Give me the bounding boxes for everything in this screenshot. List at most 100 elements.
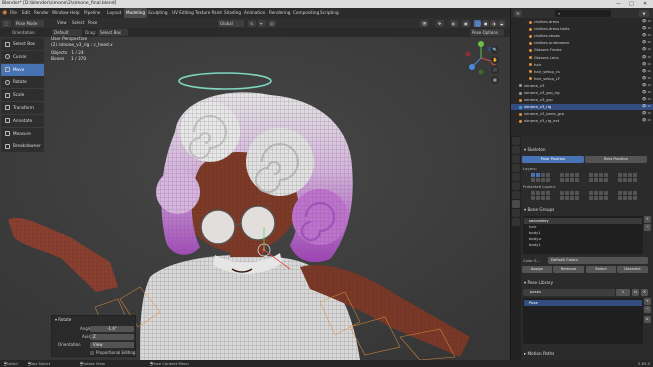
add-pose-button[interactable]: + [644, 298, 651, 305]
filter-icon[interactable]: ▼ [639, 9, 649, 17]
pose-position-button[interactable]: Pose Position [522, 156, 584, 163]
layer-toggle[interactable] [599, 173, 603, 177]
outliner-row[interactable]: clothes.underwear 👁 ▭ [511, 40, 653, 46]
layer-toggle[interactable] [541, 173, 545, 177]
layer-toggle[interactable] [575, 196, 579, 200]
add-group-button[interactable]: + [644, 216, 651, 223]
select-button[interactable]: Select [586, 266, 616, 273]
visibility-icon[interactable]: 👁 ▭ [642, 90, 651, 96]
visibility-icon[interactable]: 👁 ▭ [642, 97, 651, 103]
layer-toggle[interactable] [589, 178, 593, 182]
outliner-row[interactable]: clothes.dress 👁 ▭ [511, 19, 653, 25]
xray-toggle-icon[interactable]: ▣ [462, 19, 470, 27]
skeleton-panel-header[interactable]: ▾ Skeleton [524, 146, 652, 153]
deselect-button[interactable]: Deselect [617, 266, 648, 273]
layer-toggle[interactable] [623, 196, 627, 200]
tool-cursor[interactable]: Cursor [1, 50, 44, 63]
3d-viewport[interactable] [0, 37, 510, 360]
layer-toggle[interactable] [594, 196, 598, 200]
orientation-dropdown[interactable]: View [90, 342, 134, 348]
layer-toggle[interactable] [604, 173, 608, 177]
layer-toggle[interactable] [546, 191, 550, 195]
maximize-button[interactable]: □ [629, 0, 634, 8]
outliner-row[interactable]: simone_v3_grp 👁 ▭ [511, 97, 653, 103]
remove-pose-button[interactable]: − [644, 306, 651, 313]
list-item[interactable]: body.x [524, 236, 642, 242]
shading-solid-icon[interactable]: ● [482, 19, 489, 27]
layer-toggle[interactable] [570, 178, 574, 182]
visibility-icon[interactable]: 👁 ▭ [642, 83, 651, 89]
new-library-icon[interactable]: ▭ [632, 289, 639, 296]
outliner-row[interactable]: clothes.dress.belts 👁 ▭ [511, 26, 653, 32]
list-item[interactable]: body1 [524, 230, 642, 236]
tab-constraints-icon[interactable] [512, 191, 520, 199]
properties-editor[interactable]: ▾ Skeleton Pose Position Rest Position L… [510, 136, 653, 360]
layer-toggle[interactable] [618, 196, 622, 200]
layer-toggle[interactable] [575, 178, 579, 182]
layer-toggle[interactable] [628, 196, 632, 200]
visibility-icon[interactable]: 👁 ▭ [642, 118, 651, 124]
layer-toggle[interactable] [560, 191, 564, 195]
mode-selector[interactable]: Pose Mode [14, 19, 44, 27]
layer-toggle[interactable] [618, 173, 622, 177]
layer-toggle[interactable] [536, 173, 540, 177]
shading-wireframe-icon[interactable]: ◯ [474, 19, 481, 27]
overlay-toggle-icon[interactable]: ◐ [450, 19, 458, 27]
visibility-icon[interactable]: 👁 ▭ [642, 40, 651, 46]
tab-bone-icon[interactable] [512, 209, 520, 217]
layer-toggle[interactable] [633, 178, 637, 182]
layer-toggle[interactable] [623, 178, 627, 182]
editor-type-icon[interactable]: ⬚ [2, 19, 11, 27]
list-item[interactable]: hair [524, 224, 642, 230]
shading-material-icon[interactable]: ◑ [490, 19, 497, 27]
apply-pose-icon[interactable]: ▸ [644, 316, 651, 323]
pivot-icon[interactable]: ⊙ [248, 19, 256, 27]
tab-shading[interactable]: Shading [222, 8, 243, 18]
layer-toggle[interactable] [589, 191, 593, 195]
menu-window[interactable]: Window [52, 8, 69, 18]
visibility-icon[interactable]: 👁 ▭ [642, 26, 651, 32]
layer-toggle[interactable] [628, 191, 632, 195]
tab-sculpting[interactable]: Sculpting [146, 8, 170, 18]
remove-group-button[interactable]: − [644, 224, 651, 231]
layer-toggle[interactable] [618, 191, 622, 195]
pose-library-selector[interactable]: poses [523, 289, 615, 296]
layer-toggle[interactable] [570, 196, 574, 200]
minimize-button[interactable]: — [616, 0, 621, 8]
layer-toggle[interactable] [599, 196, 603, 200]
pose-list[interactable]: Pose [523, 298, 643, 344]
layer-toggle[interactable] [589, 173, 593, 177]
layer-toggle[interactable] [541, 191, 545, 195]
layer-toggle[interactable] [536, 196, 540, 200]
layer-toggle[interactable] [633, 191, 637, 195]
tab-texture-paint[interactable]: Texture Paint [193, 8, 224, 18]
outliner-row[interactable]: simone_v3_rig 👁 ▭ [511, 104, 653, 111]
layer-toggle[interactable] [604, 191, 608, 195]
tab-object-icon[interactable] [512, 182, 520, 190]
layer-toggle[interactable] [531, 191, 535, 195]
proportional-icon[interactable]: ◎ [268, 19, 276, 27]
layer-toggle[interactable] [536, 178, 540, 182]
outliner-row[interactable]: simone_v3_grp_rig 👁 ▭ [511, 90, 653, 96]
tool-breakdowner[interactable]: Breakdowner [1, 140, 44, 153]
ortho-toggle-icon[interactable]: ▦ [491, 76, 499, 84]
menu-pose[interactable]: Pose [88, 18, 97, 28]
layer-toggle[interactable] [546, 196, 550, 200]
layer-toggle[interactable] [560, 178, 564, 182]
zoom-icon[interactable]: 🔍 [491, 46, 499, 54]
visibility-icon[interactable]: 👁 [420, 19, 428, 27]
tab-uv-editing[interactable]: UV Editing [170, 8, 196, 18]
menu-file[interactable]: File [10, 8, 17, 18]
outliner-row[interactable]: Glasses Frame 👁 ▭ [511, 47, 653, 53]
layer-toggle[interactable] [575, 191, 579, 195]
tab-rendering[interactable]: Rendering [267, 8, 292, 18]
layer-toggle[interactable] [541, 196, 545, 200]
layer-toggle[interactable] [565, 178, 569, 182]
layer-toggle[interactable] [565, 191, 569, 195]
outliner-row[interactable]: simone_v3 👁 ▭ [511, 83, 653, 89]
layer-toggle[interactable] [546, 178, 550, 182]
layer-toggle[interactable] [628, 178, 632, 182]
layer-toggle[interactable] [594, 191, 598, 195]
rest-position-button[interactable]: Rest Position [585, 156, 647, 163]
layer-toggle[interactable] [531, 178, 535, 182]
